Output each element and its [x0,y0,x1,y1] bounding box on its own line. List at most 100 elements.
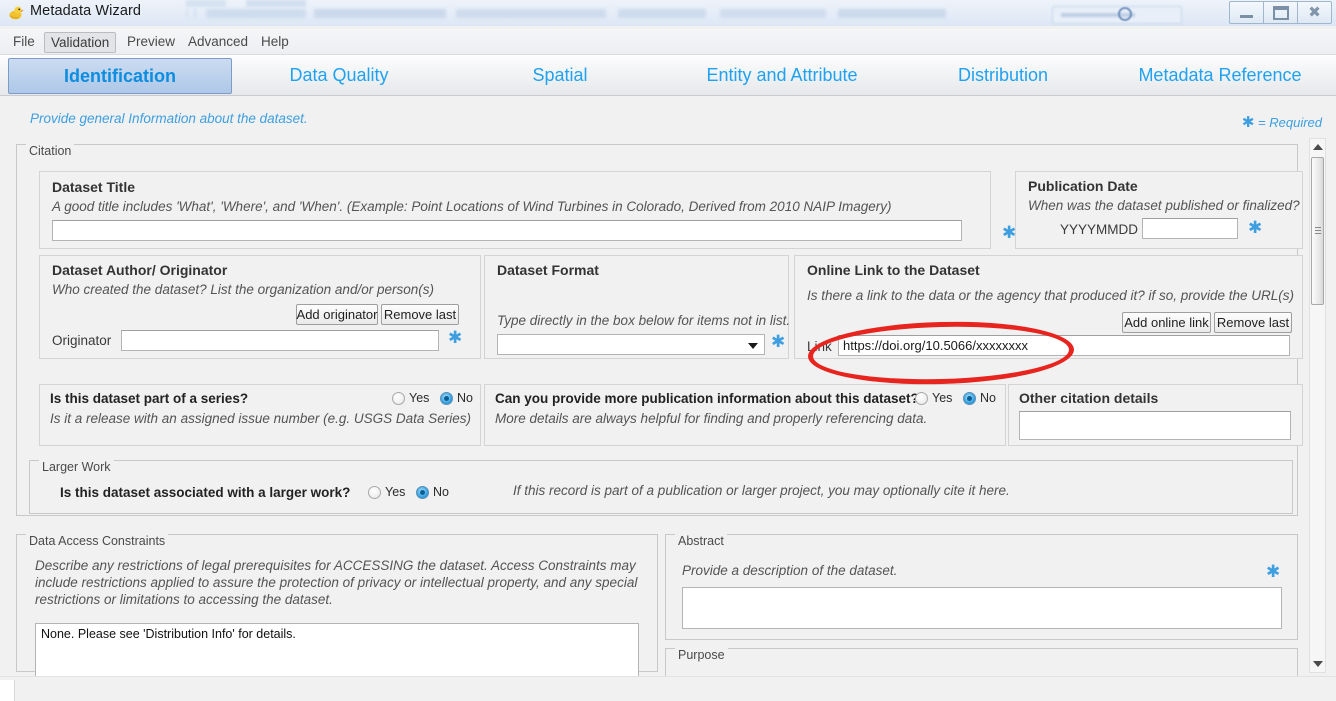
dataset-title-label: Dataset Title [52,179,135,195]
more-publication-yes-radio[interactable]: Yes [915,391,952,405]
tab-identification[interactable]: Identification [8,58,232,94]
series-hint: Is it a release with an assigned issue n… [50,411,471,426]
series-no-label: No [457,391,473,405]
other-citation-details-panel: Other citation details [1008,384,1303,446]
required-star-icon: ✱ [1241,114,1255,131]
publication-date-panel: Publication Date When was the dataset pu… [1015,171,1303,249]
more-publication-question: Can you provide more publication informa… [495,391,919,406]
chevron-down-icon [748,342,758,349]
data-access-constraints-title: Data Access Constraints [26,534,169,548]
more-publication-no-radio[interactable]: No [963,391,996,405]
dataset-format-required-icon: ✱ [771,332,786,351]
tab-entity-and-attribute[interactable]: Entity and Attribute [672,58,892,92]
menu-item-file[interactable]: File [6,32,42,51]
abstract-group: Abstract Provide a description of the da… [665,534,1298,640]
duck-icon [9,6,24,20]
form-scroll-pane[interactable]: Citation Dataset Title A good title incl… [10,138,1326,690]
other-citation-details-input[interactable] [1019,411,1291,440]
more-publication-panel: Can you provide more publication informa… [484,384,1006,446]
series-yes-radio[interactable]: Yes [392,391,429,405]
radio-icon [368,485,381,499]
larger-work-yes-radio[interactable]: Yes [368,485,405,499]
close-button[interactable]: ✖ [1298,1,1332,24]
dataset-title-input[interactable] [52,220,962,241]
online-link-field-label: Link [807,339,832,354]
add-originator-button[interactable]: Add originator [296,304,378,325]
menu-item-advanced[interactable]: Advanced [181,32,255,51]
menu-item-help[interactable]: Help [254,32,296,51]
data-access-constraints-group: Data Access Constraints Describe any res… [16,534,658,681]
remove-last-originator-button[interactable]: Remove last [381,304,459,325]
data-access-constraints-textarea[interactable]: None. Please see 'Distribution Info' for… [35,623,639,681]
publication-date-required-icon: ✱ [1248,218,1263,237]
vertical-scrollbar[interactable] [1309,138,1326,673]
scroll-up-button[interactable] [1310,139,1325,155]
series-question: Is this dataset part of a series? [50,391,249,406]
minimize-icon [1240,14,1253,18]
scrollbar-grip-icon [1315,227,1321,235]
tab-distribution[interactable]: Distribution [900,58,1106,92]
publication-date-hint: When was the dataset published or finali… [1028,198,1300,213]
radio-selected-icon [416,485,429,499]
remove-last-online-link-button[interactable]: Remove last [1214,312,1292,333]
abstract-hint: Provide a description of the dataset. [682,563,898,578]
radio-selected-icon [440,391,453,405]
window-left-frame [0,680,15,701]
tab-spatial[interactable]: Spatial [456,58,664,92]
dataset-title-hint: A good title includes 'What', 'Where', a… [52,199,892,214]
purpose-group-title: Purpose [675,648,728,662]
add-online-link-button[interactable]: Add online link [1122,312,1211,333]
window-bottom-frame [0,676,1336,701]
abstract-textarea[interactable] [682,587,1282,629]
close-icon: ✖ [1308,4,1321,21]
larger-work-group: Larger Work Is this dataset associated w… [29,460,1293,514]
dataset-author-panel: Dataset Author/ Originator Who created t… [39,255,481,359]
publication-date-format-label: YYYYMMDD [1060,222,1139,237]
dataset-author-label: Dataset Author/ Originator [52,262,228,278]
more-publication-hint: More details are always helpful for find… [495,411,928,426]
minimize-button[interactable] [1229,1,1264,24]
dataset-format-hint: Type directly in the box below for items… [497,313,791,328]
chevron-up-icon [1312,144,1323,150]
larger-work-no-label: No [433,485,449,499]
scroll-down-button[interactable] [1310,656,1325,672]
citation-group: Citation Dataset Title A good title incl… [16,144,1303,516]
abstract-group-title: Abstract [675,534,727,548]
online-link-label: Online Link to the Dataset [807,262,980,278]
required-legend: ✱ = Required [1242,113,1322,131]
larger-work-group-title: Larger Work [39,460,114,474]
series-yes-label: Yes [409,391,430,405]
publication-date-input[interactable] [1142,218,1238,239]
radio-selected-icon [963,391,976,405]
window-title: Metadata Wizard [30,3,142,19]
metadata-wizard-window: Metadata Wizard ✖ File Validation Previe… [0,0,1336,701]
other-citation-details-label: Other citation details [1019,390,1159,406]
required-legend-text: = Required [1258,115,1322,130]
dataset-format-combobox[interactable] [497,334,765,355]
citation-group-title: Citation [26,144,75,158]
scrollbar-thumb[interactable] [1311,157,1324,305]
more-publication-no-label: No [980,391,996,405]
online-link-panel: Online Link to the Dataset Is there a li… [794,255,1303,359]
larger-work-no-radio[interactable]: No [416,485,449,499]
menu-item-preview[interactable]: Preview [120,32,182,51]
radio-icon [392,391,405,405]
dataset-title-panel: Dataset Title A good title includes 'Wha… [39,171,991,249]
tab-data-quality[interactable]: Data Quality [238,58,440,92]
page-hint: Provide general Information about the da… [30,111,308,126]
dataset-author-hint: Who created the dataset? List the organi… [52,282,434,297]
radio-icon [915,391,928,405]
tab-bar: Identification Data Quality Spatial Enti… [0,55,1336,96]
menu-bar: File Validation Preview Advanced Help [0,29,1336,55]
originator-input[interactable] [121,330,439,351]
window-controls: ✖ [1229,1,1332,24]
larger-work-hint: If this record is part of a publication … [513,483,1010,498]
maximize-button[interactable] [1264,1,1298,24]
series-no-radio[interactable]: No [440,391,473,405]
larger-work-yes-label: Yes [385,485,406,499]
tab-metadata-reference[interactable]: Metadata Reference [1112,58,1328,92]
menu-item-validation[interactable]: Validation [44,32,117,53]
online-link-hint: Is there a link to the data or the agenc… [807,288,1295,303]
abstract-required-icon: ✱ [1266,562,1281,581]
online-link-input[interactable]: https://doi.org/10.5066/xxxxxxxx [838,335,1290,356]
